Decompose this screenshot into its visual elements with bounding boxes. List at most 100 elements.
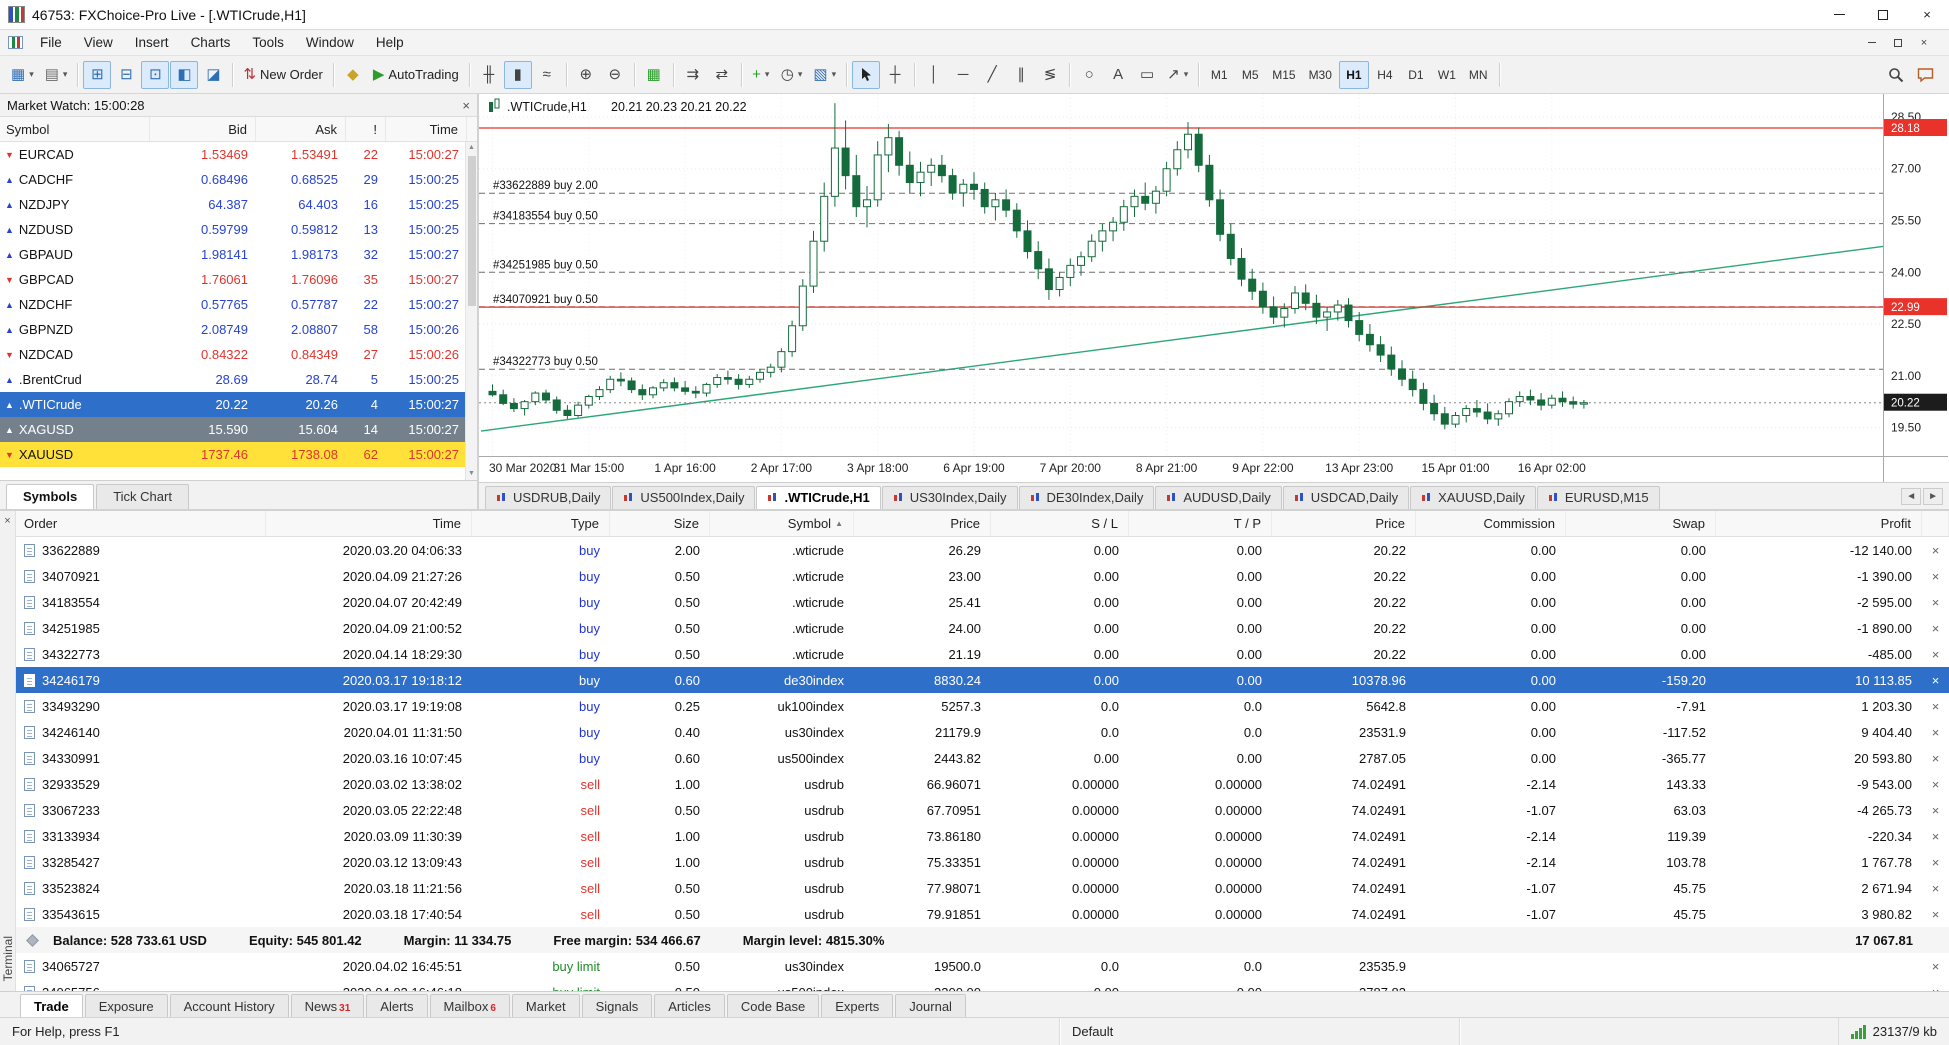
scrollbar-thumb[interactable]: [468, 156, 476, 306]
timeframe-w1-button[interactable]: W1: [1432, 61, 1462, 89]
close-order-button[interactable]: ×: [1932, 543, 1940, 558]
minimize-button[interactable]: [1817, 0, 1861, 29]
close-order-button[interactable]: ×: [1932, 751, 1940, 766]
column-header-swap[interactable]: Swap: [1566, 511, 1716, 536]
column-header-symbol[interactable]: Symbol▲: [710, 511, 854, 536]
terminal-tab-exposure[interactable]: Exposure: [85, 994, 168, 1019]
chat-button[interactable]: [1911, 61, 1939, 89]
terminal-tab-experts[interactable]: Experts: [821, 994, 893, 1019]
column-header-order[interactable]: Order: [16, 511, 266, 536]
horizontal-line-button[interactable]: ─: [949, 61, 977, 89]
profiles-button[interactable]: ▤▾: [40, 61, 73, 89]
column-header-sl[interactable]: S / L: [991, 511, 1129, 536]
chart-tab-usdcad-daily[interactable]: USDCAD,Daily: [1283, 486, 1409, 509]
bar-chart-button[interactable]: ╫: [475, 61, 503, 89]
menu-charts[interactable]: Charts: [180, 30, 242, 55]
chart-tab-audusd-daily[interactable]: AUDUSD,Daily: [1155, 486, 1281, 509]
chart-tab-xauusd-daily[interactable]: XAUUSD,Daily: [1410, 486, 1536, 509]
mdi-minimize-button[interactable]: [1861, 34, 1883, 52]
terminal-tab-articles[interactable]: Articles: [654, 994, 725, 1019]
auto-scroll-button[interactable]: ⇉: [679, 61, 707, 89]
market-watch-row[interactable]: ▲XAGUSD15.59015.6041415:00:27: [0, 417, 465, 442]
chart-shift-button[interactable]: ⇄: [708, 61, 736, 89]
data-window-button[interactable]: ⊟: [112, 61, 140, 89]
market-watch-button[interactable]: ⊞: [83, 61, 111, 89]
mw-column-bid[interactable]: Bid: [150, 117, 256, 141]
market-watch-row[interactable]: ▼XAUUSD1737.461738.086215:00:27: [0, 442, 465, 467]
market-watch-row[interactable]: ▼GBPCAD1.760611.760963515:00:27: [0, 267, 465, 292]
close-order-button[interactable]: ×: [1932, 777, 1940, 792]
order-row[interactable]: 336228892020.03.20 04:06:33buy2.00.wticr…: [16, 537, 1949, 563]
close-order-button[interactable]: ×: [1932, 855, 1940, 870]
chart-tab-de30index-daily[interactable]: DE30Index,Daily: [1019, 486, 1155, 509]
terminal-tab-code-base[interactable]: Code Base: [727, 994, 819, 1019]
timeframe-mn-button[interactable]: MN: [1463, 61, 1494, 89]
market-watch-row[interactable]: ▲NZDCHF0.577650.577872215:00:27: [0, 292, 465, 317]
close-order-button[interactable]: ×: [1932, 881, 1940, 896]
close-order-button[interactable]: ×: [1932, 673, 1940, 688]
close-order-button[interactable]: ×: [1932, 725, 1940, 740]
line-chart-button[interactable]: ≈: [533, 61, 561, 89]
close-order-button[interactable]: ×: [1932, 699, 1940, 714]
menu-help[interactable]: Help: [365, 30, 415, 55]
market-watch-tab-symbols[interactable]: Symbols: [6, 484, 94, 509]
order-row[interactable]: 329335292020.03.02 13:38:02sell1.00usdru…: [16, 771, 1949, 797]
chart-tab-us30index-daily[interactable]: US30Index,Daily: [882, 486, 1018, 509]
mdi-restore-button[interactable]: [1887, 34, 1909, 52]
timeframe-h1-button[interactable]: H1: [1339, 61, 1369, 89]
terminal-tab-news[interactable]: News31: [291, 994, 365, 1019]
order-row[interactable]: 340657272020.04.02 16:45:51buy limit0.50…: [16, 953, 1949, 979]
scroll-down-icon[interactable]: ▼: [468, 468, 475, 480]
market-watch-row[interactable]: ▲NZDUSD0.597990.598121315:00:25: [0, 217, 465, 242]
new-order-button[interactable]: ⇅New Order: [238, 61, 327, 89]
market-watch-close-icon[interactable]: ×: [462, 98, 470, 113]
zoom-in-button[interactable]: ⊕: [572, 61, 600, 89]
timeframe-m15-button[interactable]: M15: [1266, 61, 1301, 89]
scroll-up-icon[interactable]: ▲: [468, 142, 475, 154]
vertical-line-button[interactable]: │: [920, 61, 948, 89]
column-header-tp[interactable]: T / P: [1129, 511, 1272, 536]
scroll-right-icon[interactable]: ►: [1923, 488, 1943, 505]
market-watch-row[interactable]: ▲.BrentCrud28.6928.74515:00:25: [0, 367, 465, 392]
candlestick-button[interactable]: ▮: [504, 61, 532, 89]
mw-column-ask[interactable]: Ask: [256, 117, 346, 141]
order-row[interactable]: 334932902020.03.17 19:19:08buy0.25uk100i…: [16, 693, 1949, 719]
menu-tools[interactable]: Tools: [241, 30, 295, 55]
column-header-commission[interactable]: Commission: [1416, 511, 1566, 536]
templates-button[interactable]: ▧▾: [808, 61, 841, 89]
close-order-button[interactable]: ×: [1932, 647, 1940, 662]
menu-window[interactable]: Window: [295, 30, 365, 55]
chart-tab--wticrude-h1[interactable]: .WTICrude,H1: [756, 486, 880, 509]
terminal-button[interactable]: ◧: [170, 61, 198, 89]
autotrading-button[interactable]: ▶AutoTrading: [368, 61, 464, 89]
order-row[interactable]: 342519852020.04.09 21:00:52buy0.50.wticr…: [16, 615, 1949, 641]
terminal-tab-mailbox[interactable]: Mailbox6: [430, 994, 510, 1019]
chart-tab-eurusd-m15[interactable]: EURUSD,M15: [1537, 486, 1660, 509]
column-header-size[interactable]: Size: [610, 511, 710, 536]
channel-button[interactable]: ∥: [1007, 61, 1035, 89]
market-watch-row[interactable]: ▼EURCAD1.534691.534912215:00:27: [0, 142, 465, 167]
trendline-button[interactable]: ╱: [978, 61, 1006, 89]
order-row[interactable]: 330672332020.03.05 22:22:48sell0.50usdru…: [16, 797, 1949, 823]
order-row[interactable]: 343309912020.03.16 10:07:45buy0.60us500i…: [16, 745, 1949, 771]
order-row[interactable]: 340709212020.04.09 21:27:26buy0.50.wticr…: [16, 563, 1949, 589]
indicators-button[interactable]: +▾: [747, 61, 775, 89]
market-watch-row[interactable]: ▲NZDJPY64.38764.4031615:00:25: [0, 192, 465, 217]
maximize-button[interactable]: [1861, 0, 1905, 29]
mw-column-spread[interactable]: !: [346, 117, 386, 141]
column-header-profit[interactable]: Profit: [1716, 511, 1922, 536]
candlestick-chart[interactable]: 30 Mar 202031 Mar 15:001 Apr 16:002 Apr …: [479, 94, 1948, 482]
search-button[interactable]: [1882, 61, 1910, 89]
order-row[interactable]: 340657562020.04.02 16:46:18buy limit0.50…: [16, 979, 1949, 991]
market-watch-row[interactable]: ▼NZDCAD0.843220.843492715:00:26: [0, 342, 465, 367]
terminal-tab-alerts[interactable]: Alerts: [366, 994, 427, 1019]
column-header-time[interactable]: Time: [266, 511, 472, 536]
crosshair-button[interactable]: ┼: [881, 61, 909, 89]
order-row[interactable]: 335238242020.03.18 11:21:56sell0.50usdru…: [16, 875, 1949, 901]
periods-button[interactable]: ◷▾: [776, 61, 808, 89]
fibonacci-button[interactable]: ≶: [1036, 61, 1064, 89]
terminal-tab-market[interactable]: Market: [512, 994, 580, 1019]
mw-column-time[interactable]: Time: [386, 117, 467, 141]
market-watch-tab-tick-chart[interactable]: Tick Chart: [96, 484, 189, 509]
price-chart[interactable]: 30 Mar 202031 Mar 15:001 Apr 16:002 Apr …: [479, 94, 1949, 482]
